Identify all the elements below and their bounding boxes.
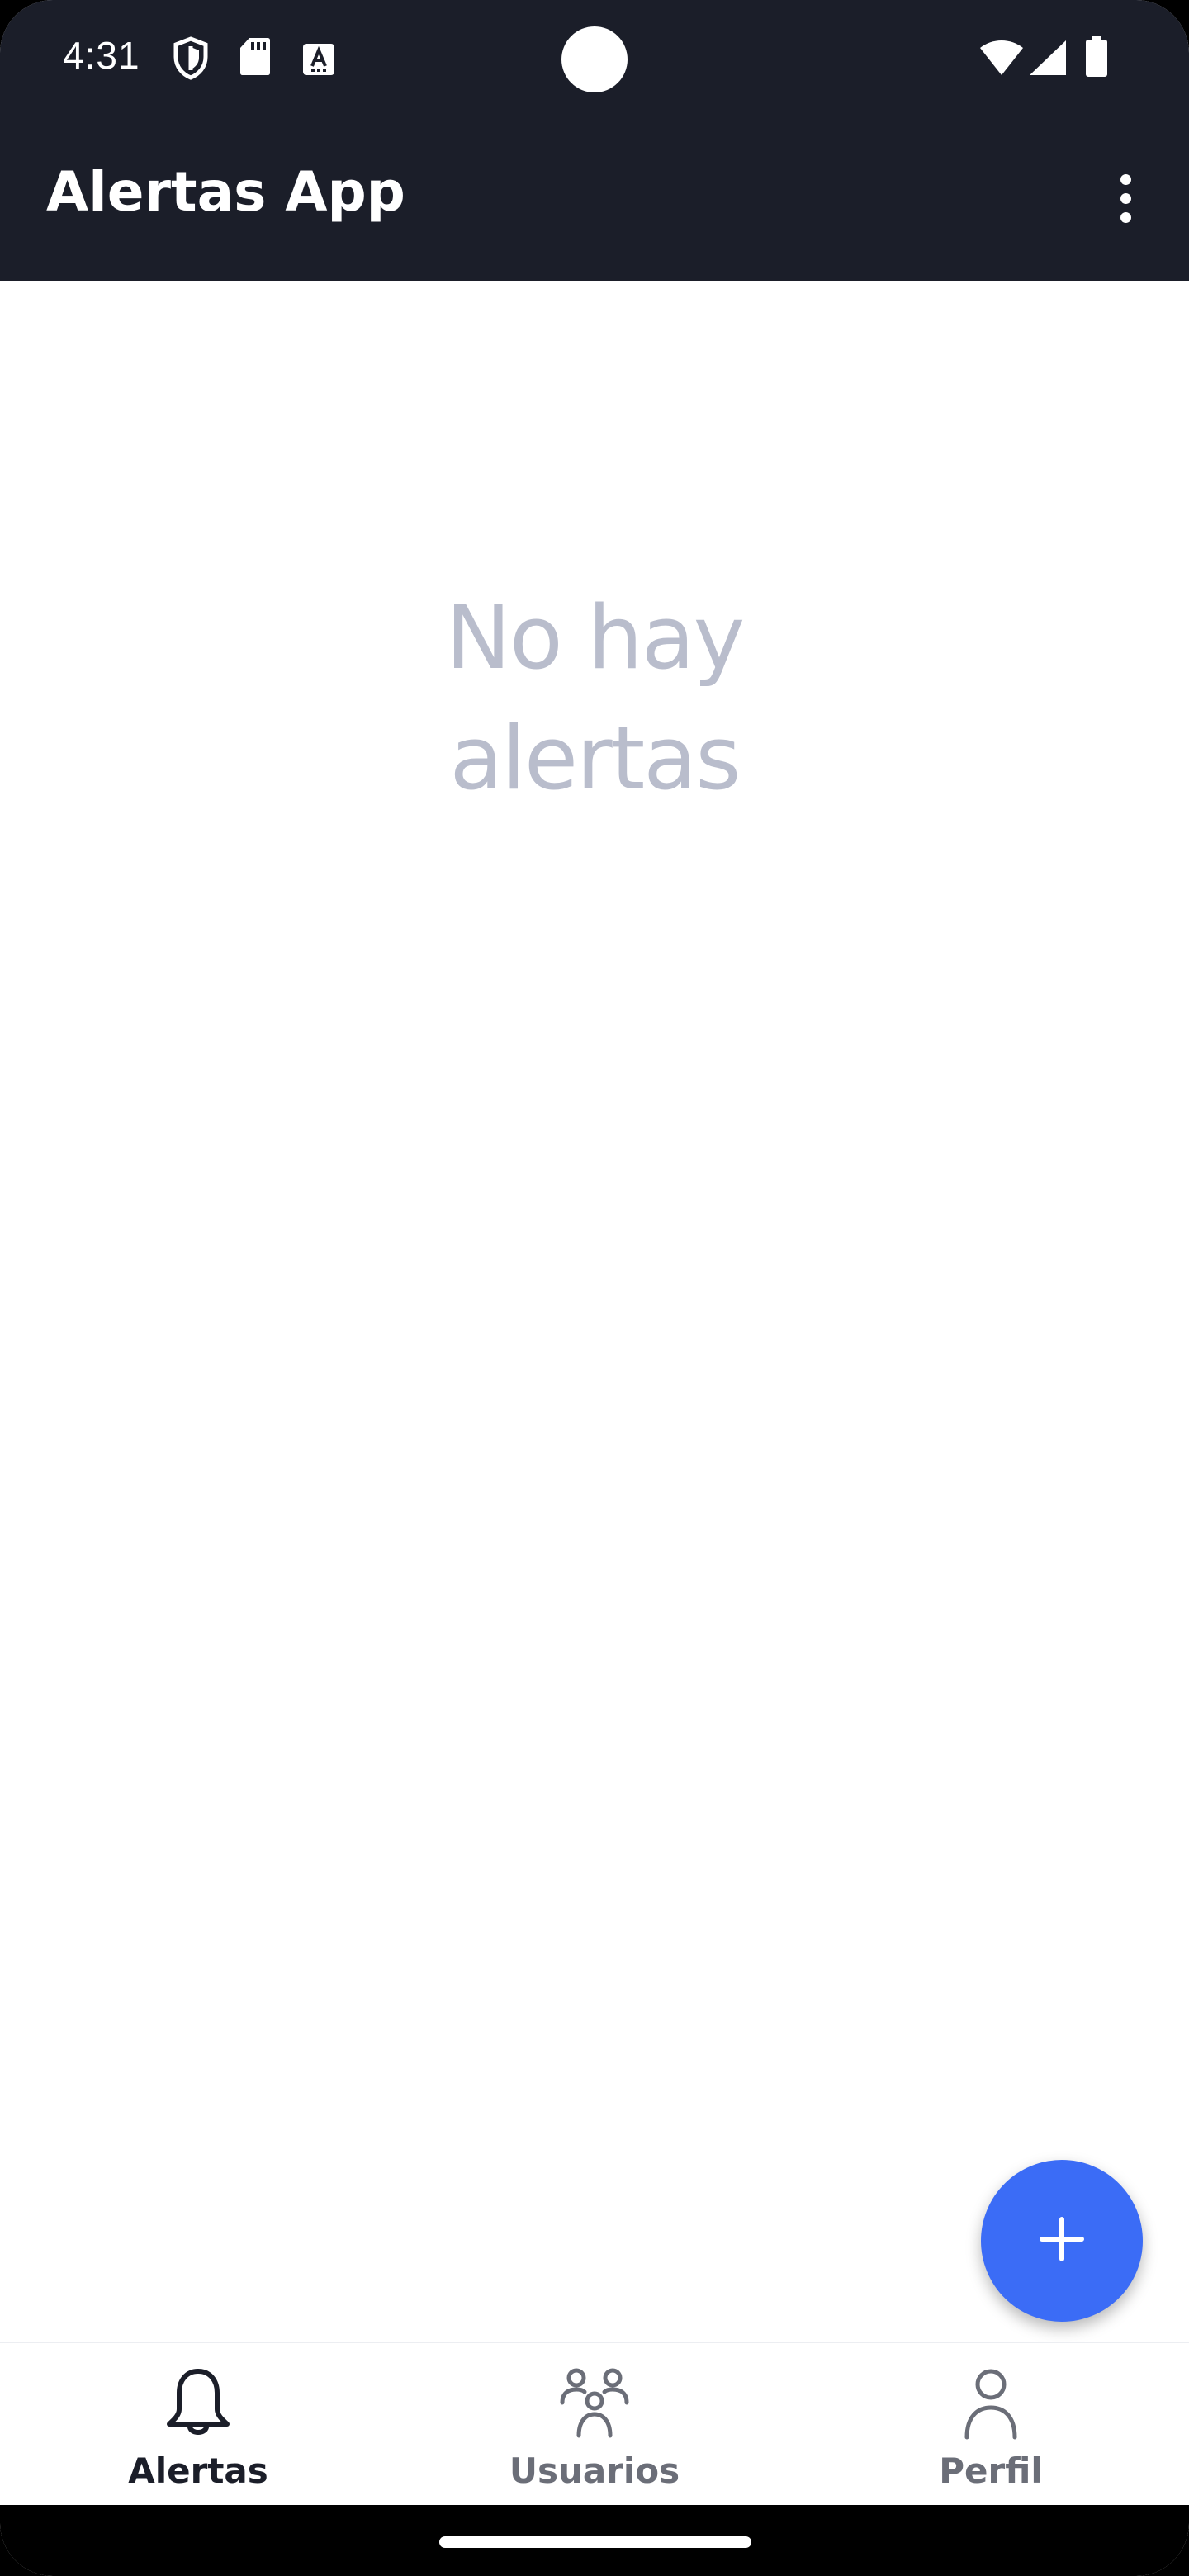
status-time: 4:31 (63, 34, 140, 77)
top-chrome: 4:31 Alertas App (0, 0, 1189, 281)
sd-card-icon (239, 36, 271, 79)
bottom-navigation: Alertas Usuarios Perfil (0, 2342, 1189, 2505)
front-camera (561, 26, 628, 92)
nav-label: Perfil (939, 2451, 1043, 2491)
nav-item-alertas[interactable]: Alertas (0, 2343, 396, 2505)
battery-icon (1085, 36, 1108, 81)
wifi-icon (979, 40, 1024, 79)
plus-icon (1037, 2214, 1087, 2267)
shield-icon (172, 36, 210, 84)
home-gesture-handle[interactable] (439, 2536, 751, 2548)
keyboard-a-icon (302, 43, 335, 79)
app-screen: 4:31 Alertas App No hay alertas Alertas … (0, 0, 1189, 2576)
nav-label: Usuarios (509, 2451, 680, 2491)
empty-state-message: No hay alertas (445, 587, 746, 809)
gesture-navigation-bar (0, 2505, 1189, 2576)
cell-signal-icon (1029, 40, 1067, 79)
nav-label: Alertas (128, 2451, 268, 2491)
alerts-list: No hay alertas (0, 281, 1189, 2342)
status-bar: 4:31 (0, 0, 1189, 121)
app-bar: Alertas App (0, 121, 1189, 281)
more-vert-icon[interactable] (1098, 165, 1153, 231)
nav-item-perfil[interactable]: Perfil (793, 2343, 1189, 2505)
users-icon (557, 2366, 632, 2444)
person-icon (954, 2366, 1028, 2444)
app-title: Alertas App (46, 160, 405, 224)
bell-icon (161, 2366, 235, 2444)
add-alert-button[interactable] (981, 2160, 1143, 2322)
nav-item-usuarios[interactable]: Usuarios (396, 2343, 793, 2505)
